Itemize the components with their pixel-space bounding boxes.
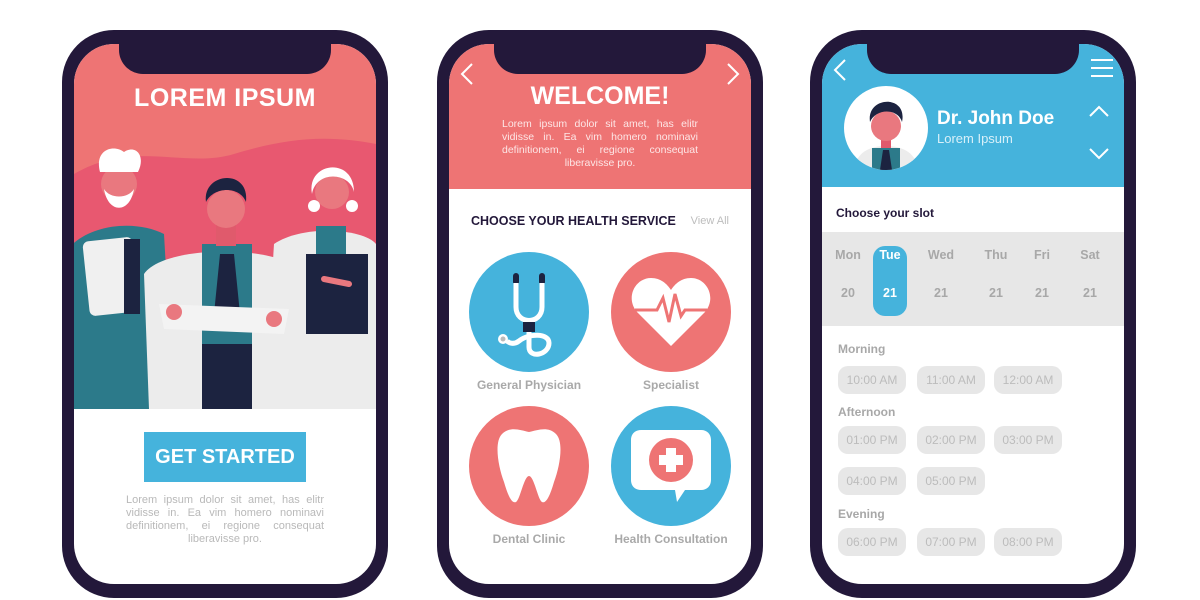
phone-notch <box>867 44 1079 74</box>
time-slot[interactable]: 11:00 AM <box>917 366 985 394</box>
hero-banner: LOREM IPSUM <box>74 44 376 409</box>
chevron-down-icon[interactable] <box>1088 147 1110 166</box>
period-afternoon-label: Afternoon <box>838 405 896 419</box>
phone-booking: Dr. John Doe Lorem Ipsum Choose your slo… <box>810 30 1136 598</box>
service-label: Health Consultation <box>614 532 728 546</box>
service-label: Specialist <box>642 378 700 392</box>
phone-onboarding: LOREM IPSUM GET STARTED Lorem ipsum dolo… <box>62 30 388 598</box>
phone-screen: WELCOME! Lorem ipsum dolor sit amet, has… <box>449 44 751 584</box>
period-evening-label: Evening <box>838 507 885 521</box>
hamburger-menu-icon[interactable] <box>1090 58 1114 83</box>
heartbeat-icon <box>611 252 731 372</box>
phone-notch <box>494 44 706 74</box>
day-thu[interactable]: Thu 21 <box>979 246 1013 316</box>
intro-text: Lorem ipsum dolor sit amet, has elitr vi… <box>126 494 324 545</box>
time-slot[interactable]: 02:00 PM <box>917 426 985 454</box>
time-slot[interactable]: 05:00 PM <box>917 467 985 495</box>
day-picker: Mon 20 Tue 21 Wed 21 Thu 21 Fri 21 Sat 2… <box>822 232 1124 326</box>
phone-screen: LOREM IPSUM GET STARTED Lorem ipsum dolo… <box>74 44 376 584</box>
service-label: Dental Clinic <box>492 532 566 546</box>
doctor-name: Dr. John Doe <box>937 108 1055 129</box>
time-slot[interactable]: 08:00 PM <box>994 528 1062 556</box>
time-slot[interactable]: 12:00 AM <box>994 366 1062 394</box>
day-mon[interactable]: Mon 20 <box>831 246 865 316</box>
day-sat[interactable]: Sat 21 <box>1073 246 1107 316</box>
day-tue[interactable]: Tue 21 <box>873 246 907 316</box>
welcome-title: WELCOME! <box>530 82 670 110</box>
get-started-button[interactable]: GET STARTED <box>144 432 306 482</box>
phone-screen: Dr. John Doe Lorem Ipsum Choose your slo… <box>822 44 1124 584</box>
chevron-up-icon[interactable] <box>1088 104 1110 123</box>
day-wed[interactable]: Wed 21 <box>924 246 958 316</box>
chevron-left-icon[interactable] <box>832 58 848 87</box>
doctor-avatar <box>844 86 928 170</box>
section-title: CHOOSE YOUR HEALTH SERVICE <box>471 214 676 228</box>
time-slot[interactable]: 10:00 AM <box>838 366 906 394</box>
medical-chat-icon <box>611 406 731 526</box>
doctor-subtitle: Lorem Ipsum <box>937 131 1013 146</box>
service-health-consultation[interactable]: Health Consultation <box>601 406 741 546</box>
stethoscope-icon <box>469 252 589 372</box>
tooth-icon <box>469 406 589 526</box>
service-label: General Physician <box>476 378 582 392</box>
welcome-text: Lorem ipsum dolor sit amet, has elitr vi… <box>502 118 698 169</box>
time-slot[interactable]: 06:00 PM <box>838 528 906 556</box>
service-specialist[interactable]: Specialist <box>601 252 741 392</box>
hero-title: LOREM IPSUM <box>134 84 316 112</box>
time-slot[interactable]: 03:00 PM <box>994 426 1062 454</box>
time-slot[interactable]: 07:00 PM <box>917 528 985 556</box>
choose-slot-title: Choose your slot <box>836 206 935 220</box>
phone-services: WELCOME! Lorem ipsum dolor sit amet, has… <box>437 30 763 598</box>
time-slot[interactable]: 04:00 PM <box>838 467 906 495</box>
phone-notch <box>119 44 331 74</box>
time-slot[interactable]: 01:00 PM <box>838 426 906 454</box>
view-all-link[interactable]: View All <box>691 215 729 227</box>
service-dental-clinic[interactable]: Dental Clinic <box>459 406 599 546</box>
period-morning-label: Morning <box>838 342 886 356</box>
day-fri[interactable]: Fri 21 <box>1025 246 1059 316</box>
service-general-physician[interactable]: General Physician <box>459 252 599 392</box>
